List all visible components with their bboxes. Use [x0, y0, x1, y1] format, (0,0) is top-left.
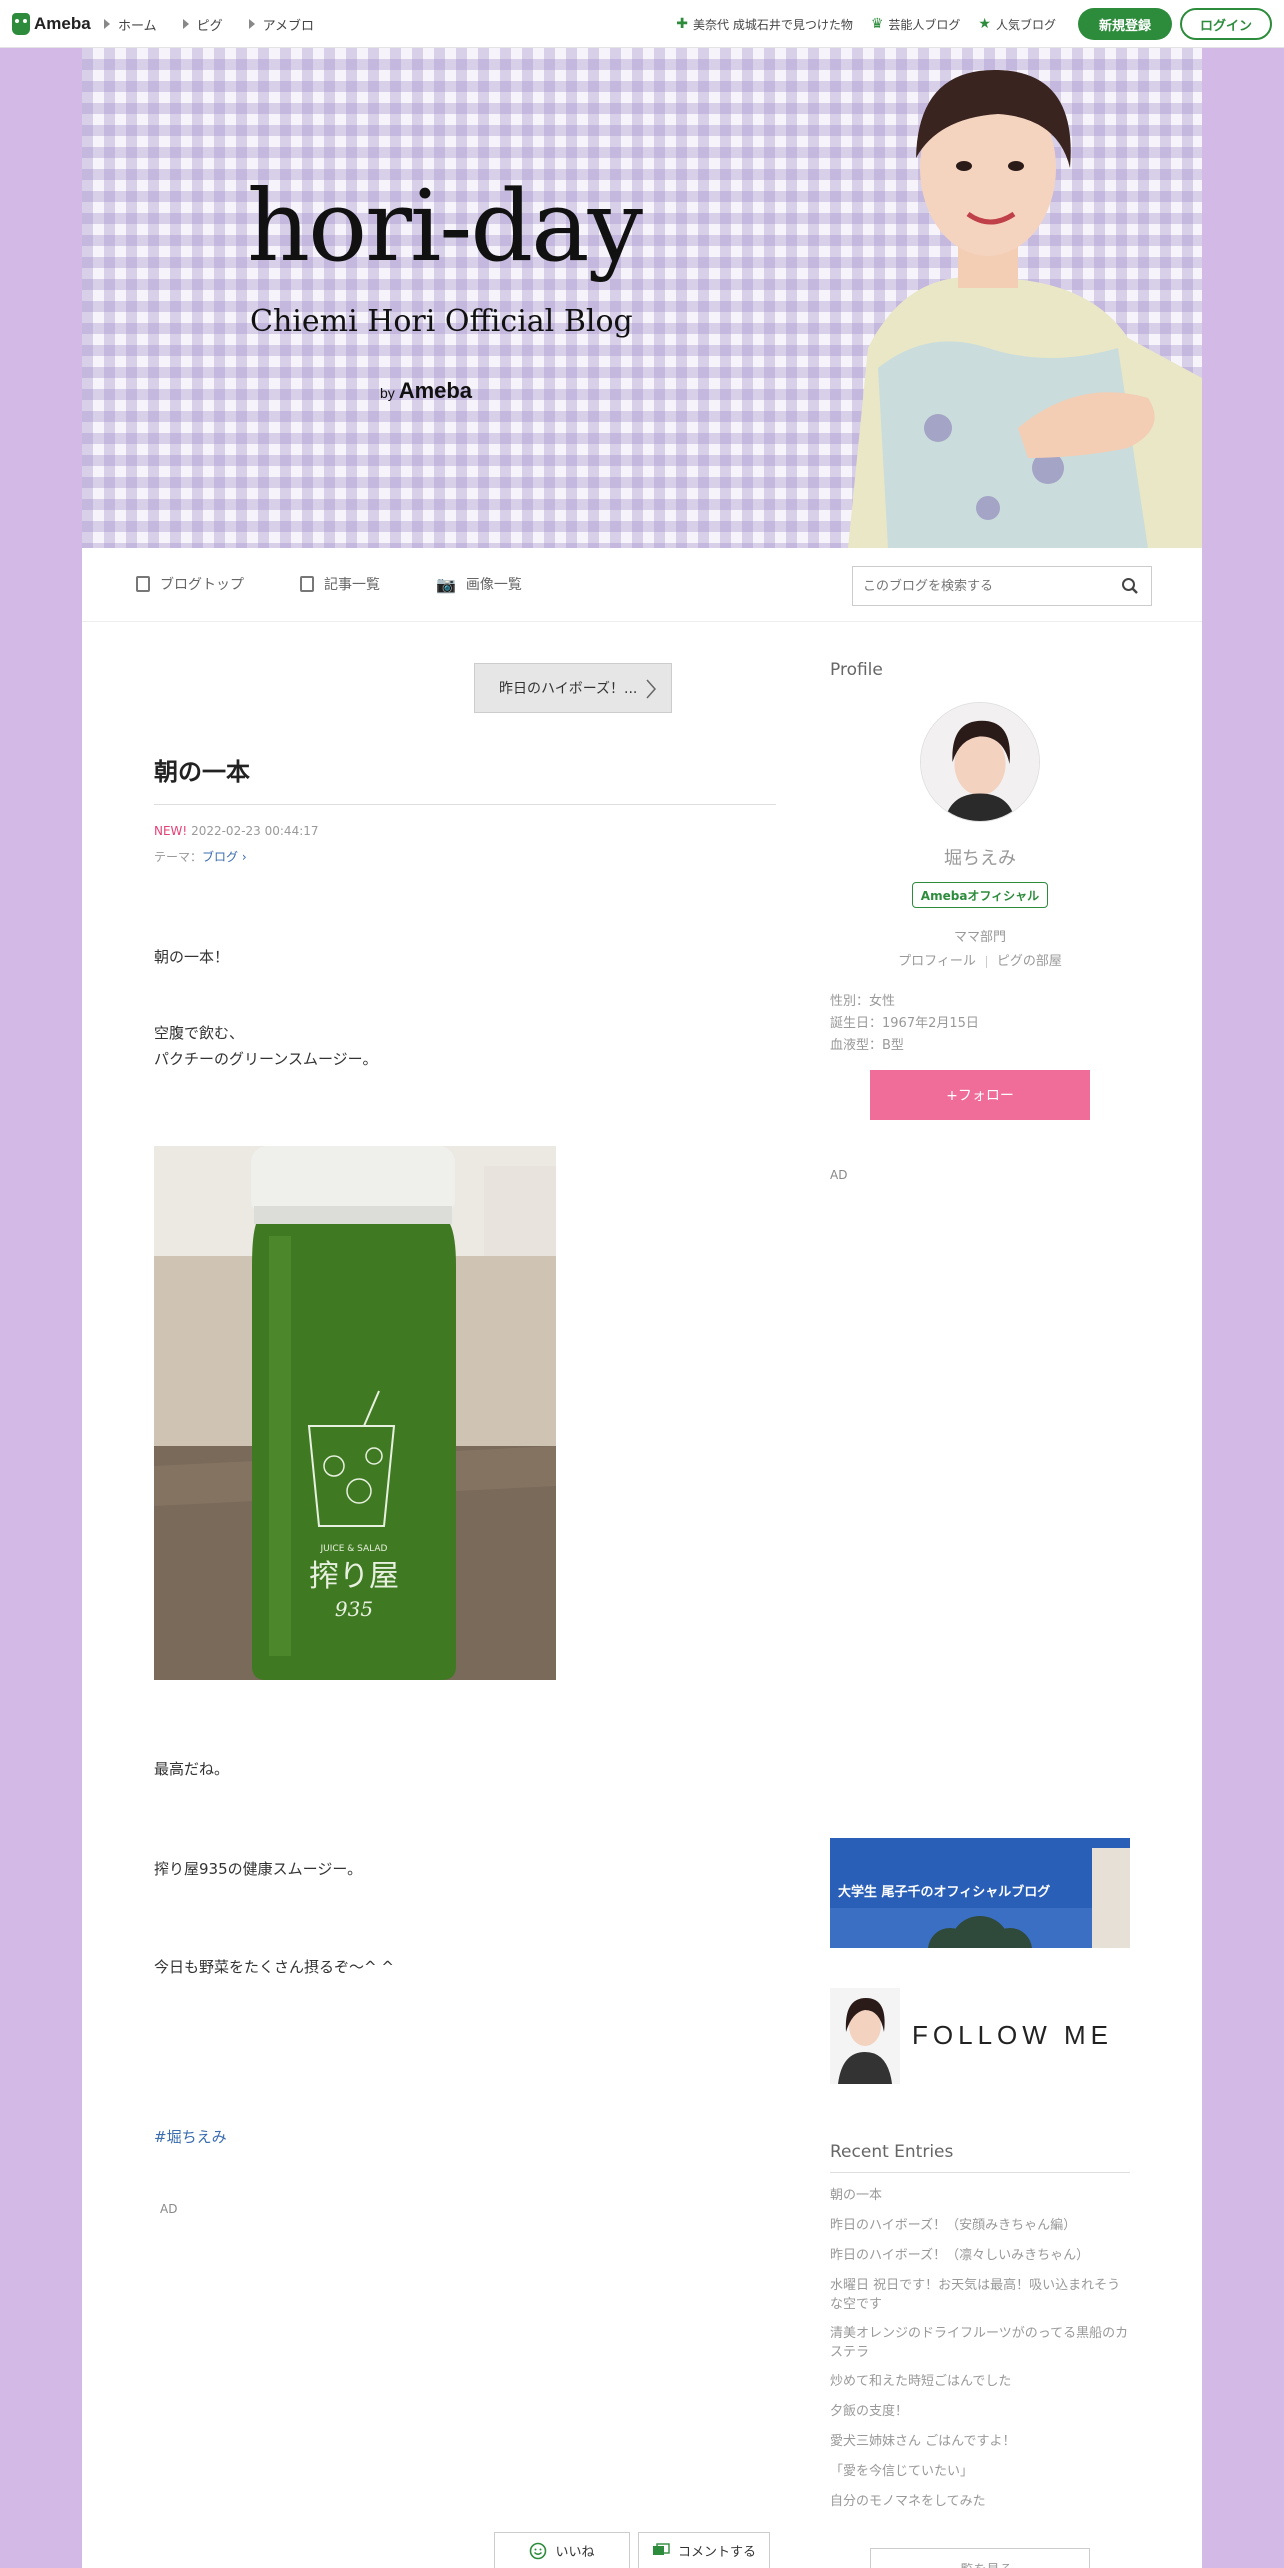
global-nav-left: ホーム ピグ アメブロ	[104, 0, 314, 48]
ameba-logo-text: Ameba	[34, 14, 91, 33]
author-photo	[830, 1988, 900, 2084]
login-button[interactable]: ログイン	[1180, 8, 1272, 40]
recent-entry-link[interactable]: 清美オレンジのドライフルーツがのってる黒船のカステラ	[830, 2324, 1130, 2362]
pigg-room-link[interactable]: ピグの部屋	[997, 954, 1062, 969]
smile-icon	[530, 2542, 547, 2559]
chevron-right-icon	[646, 679, 657, 699]
profile-avatar[interactable]	[920, 702, 1040, 822]
recent-entry-link[interactable]: 炒めて和えた時短ごはんでした	[830, 2372, 1130, 2391]
entry-paragraph: パクチーのグリーンスムージー。	[154, 1050, 378, 1068]
profile-link[interactable]: プロフィール	[898, 954, 976, 969]
nav-popular-blog-link[interactable]: ★ 人気ブログ	[978, 16, 1056, 33]
nav-pigg-link[interactable]: ピグ	[182, 15, 223, 34]
previous-entry-button[interactable]: 昨日のハイボーズ！...	[474, 663, 672, 713]
recent-entry-link[interactable]: 愛犬三姉妹さん ごはんですよ！	[830, 2432, 1130, 2451]
by-ameba: by Ameba	[380, 378, 473, 403]
entry-paragraph: 空腹で飲む、	[154, 1024, 245, 1042]
blog-subtitle: Chiemi Hori Official Blog	[250, 304, 633, 339]
comment-icon	[652, 2542, 670, 2555]
nav-celebrity-blog-link[interactable]: ♛ 芸能人ブログ	[871, 16, 961, 33]
author-portrait	[848, 69, 1202, 548]
view-all-entries-button[interactable]: 一覧を見る	[870, 2548, 1090, 2568]
smoothie-bottle-photo[interactable]: JUICE & SALAD 搾り屋 935	[154, 1146, 556, 1680]
blog-nav: ブログトップ 記事一覧 📷 画像一覧	[82, 548, 1202, 622]
theme-link[interactable]: ブログ	[202, 850, 238, 864]
entry-paragraph: 朝の一本！	[154, 948, 230, 966]
profile-gender: 性別：女性	[830, 994, 896, 1009]
divider	[830, 2172, 1130, 2173]
document-icon	[136, 576, 150, 592]
blog-content: ブログトップ 記事一覧 📷 画像一覧 昨日のハイボーズ！... 朝の一本 NEW…	[82, 548, 1202, 2568]
entry-date: NEW! 2022-02-23 00:44:17	[154, 824, 319, 838]
recent-entry-link[interactable]: 自分のモノマネをしてみた	[830, 2492, 1130, 2511]
nav-trending-link[interactable]: ✚ 美奈代 成城石井で見つけた物	[676, 16, 853, 33]
comment-button[interactable]: コメントする	[638, 2532, 770, 2568]
signup-button[interactable]: 新規登録	[1078, 8, 1172, 40]
caret-right-icon	[248, 19, 255, 29]
search-icon[interactable]	[1121, 577, 1139, 595]
nav-ameblo-link[interactable]: アメブロ	[248, 15, 314, 34]
blog-header-banner[interactable]: hori-day Chiemi Hori Official Blog by Am…	[82, 48, 1202, 548]
recent-entry-link[interactable]: 昨日のハイボーズ！（凛々しいみきちゃん）	[830, 2246, 1130, 2265]
follow-button[interactable]: +フォロー	[870, 1070, 1090, 1120]
profile-links: プロフィール ピグの部屋	[830, 950, 1130, 969]
blog-top-link[interactable]: ブログトップ	[136, 574, 244, 594]
recent-entry-link[interactable]: 水曜日 祝日です！お天気は最高！吸い込まれそうな空です	[830, 2276, 1130, 2314]
ameba-logo-icon	[12, 13, 30, 35]
banner-text: 大学生 尾子千のオフィシャルブログ	[838, 1884, 1050, 1900]
divider	[985, 955, 987, 968]
ad-label: AD	[160, 2202, 178, 2216]
search-input[interactable]	[863, 567, 1103, 605]
global-header: Ameba ホーム ピグ アメブロ ✚ 美奈代 成城石井で見つけた物 ♛ 芸能人ブロ…	[0, 0, 1284, 48]
entry-paragraph: 搾り屋935の健康スムージー。	[154, 1860, 363, 1878]
star-icon: ★	[978, 16, 991, 32]
divider	[154, 804, 776, 805]
ad-label: AD	[830, 1168, 848, 1182]
entry-paragraph: 最高だね。	[154, 1760, 230, 1778]
blog-title: hori-day	[247, 170, 643, 284]
recent-entry-link[interactable]: 「愛を今信じていたい」	[830, 2462, 1130, 2481]
bottle-label-small: JUICE & SALAD	[320, 1544, 388, 1554]
caret-right-icon	[182, 19, 189, 29]
copy-icon	[300, 576, 314, 592]
recent-entries-heading: Recent Entries	[830, 2142, 954, 2162]
like-button[interactable]: いいね	[494, 2532, 630, 2568]
bottle-label-number: 935	[335, 1597, 373, 1621]
image-list-link[interactable]: 📷 画像一覧	[436, 574, 522, 594]
nav-home-link[interactable]: ホーム	[104, 15, 157, 34]
profile-name[interactable]: 堀ちえみ	[830, 844, 1130, 870]
caret-right-icon	[104, 19, 110, 29]
recent-entry-link[interactable]: 昨日のハイボーズ！（安顔みきちゃん編）	[830, 2216, 1130, 2235]
camera-icon: 📷	[436, 574, 456, 594]
profile-birthday: 誕生日：1967年2月15日	[830, 1016, 979, 1031]
plus-icon: ✚	[676, 16, 689, 32]
entry-paragraph: 今日も野菜をたくさん摂るぞ〜^ ^	[154, 1958, 394, 1976]
ameba-logo[interactable]: Ameba	[12, 12, 91, 36]
official-blog-banner[interactable]: 大学生 尾子千のオフィシャルブログ	[830, 1838, 1130, 1948]
bottle-label-brand: 搾り屋	[309, 1559, 399, 1594]
global-nav-right: ✚ 美奈代 成城石井で見つけた物 ♛ 芸能人ブログ ★ 人気ブログ	[676, 0, 1056, 48]
official-badge[interactable]: Amebaオフィシャル	[912, 882, 1048, 908]
entry-title[interactable]: 朝の一本	[154, 752, 250, 787]
recent-entry-link[interactable]: 夕飯の支度！	[830, 2402, 1130, 2421]
entry-list-link[interactable]: 記事一覧	[300, 574, 380, 594]
crown-icon: ♛	[870, 16, 884, 32]
follow-me-banner[interactable]: FOLLOW ME	[830, 1988, 1130, 2084]
entry-theme: テーマ：ブログ ›	[154, 850, 247, 864]
new-badge: NEW!	[154, 824, 188, 838]
profile-category[interactable]: ママ部門	[830, 926, 1130, 945]
chevron-right-icon: ›	[238, 850, 247, 864]
profile-blood-type: 血液型：B型	[830, 1038, 904, 1053]
hashtag-link[interactable]: #堀ちえみ	[154, 2126, 227, 2147]
profile-heading: Profile	[830, 660, 883, 680]
follow-me-text: FOLLOW ME	[912, 2020, 1114, 2050]
recent-entry-link[interactable]: 朝の一本	[830, 2186, 1130, 2205]
blog-search	[852, 566, 1152, 606]
